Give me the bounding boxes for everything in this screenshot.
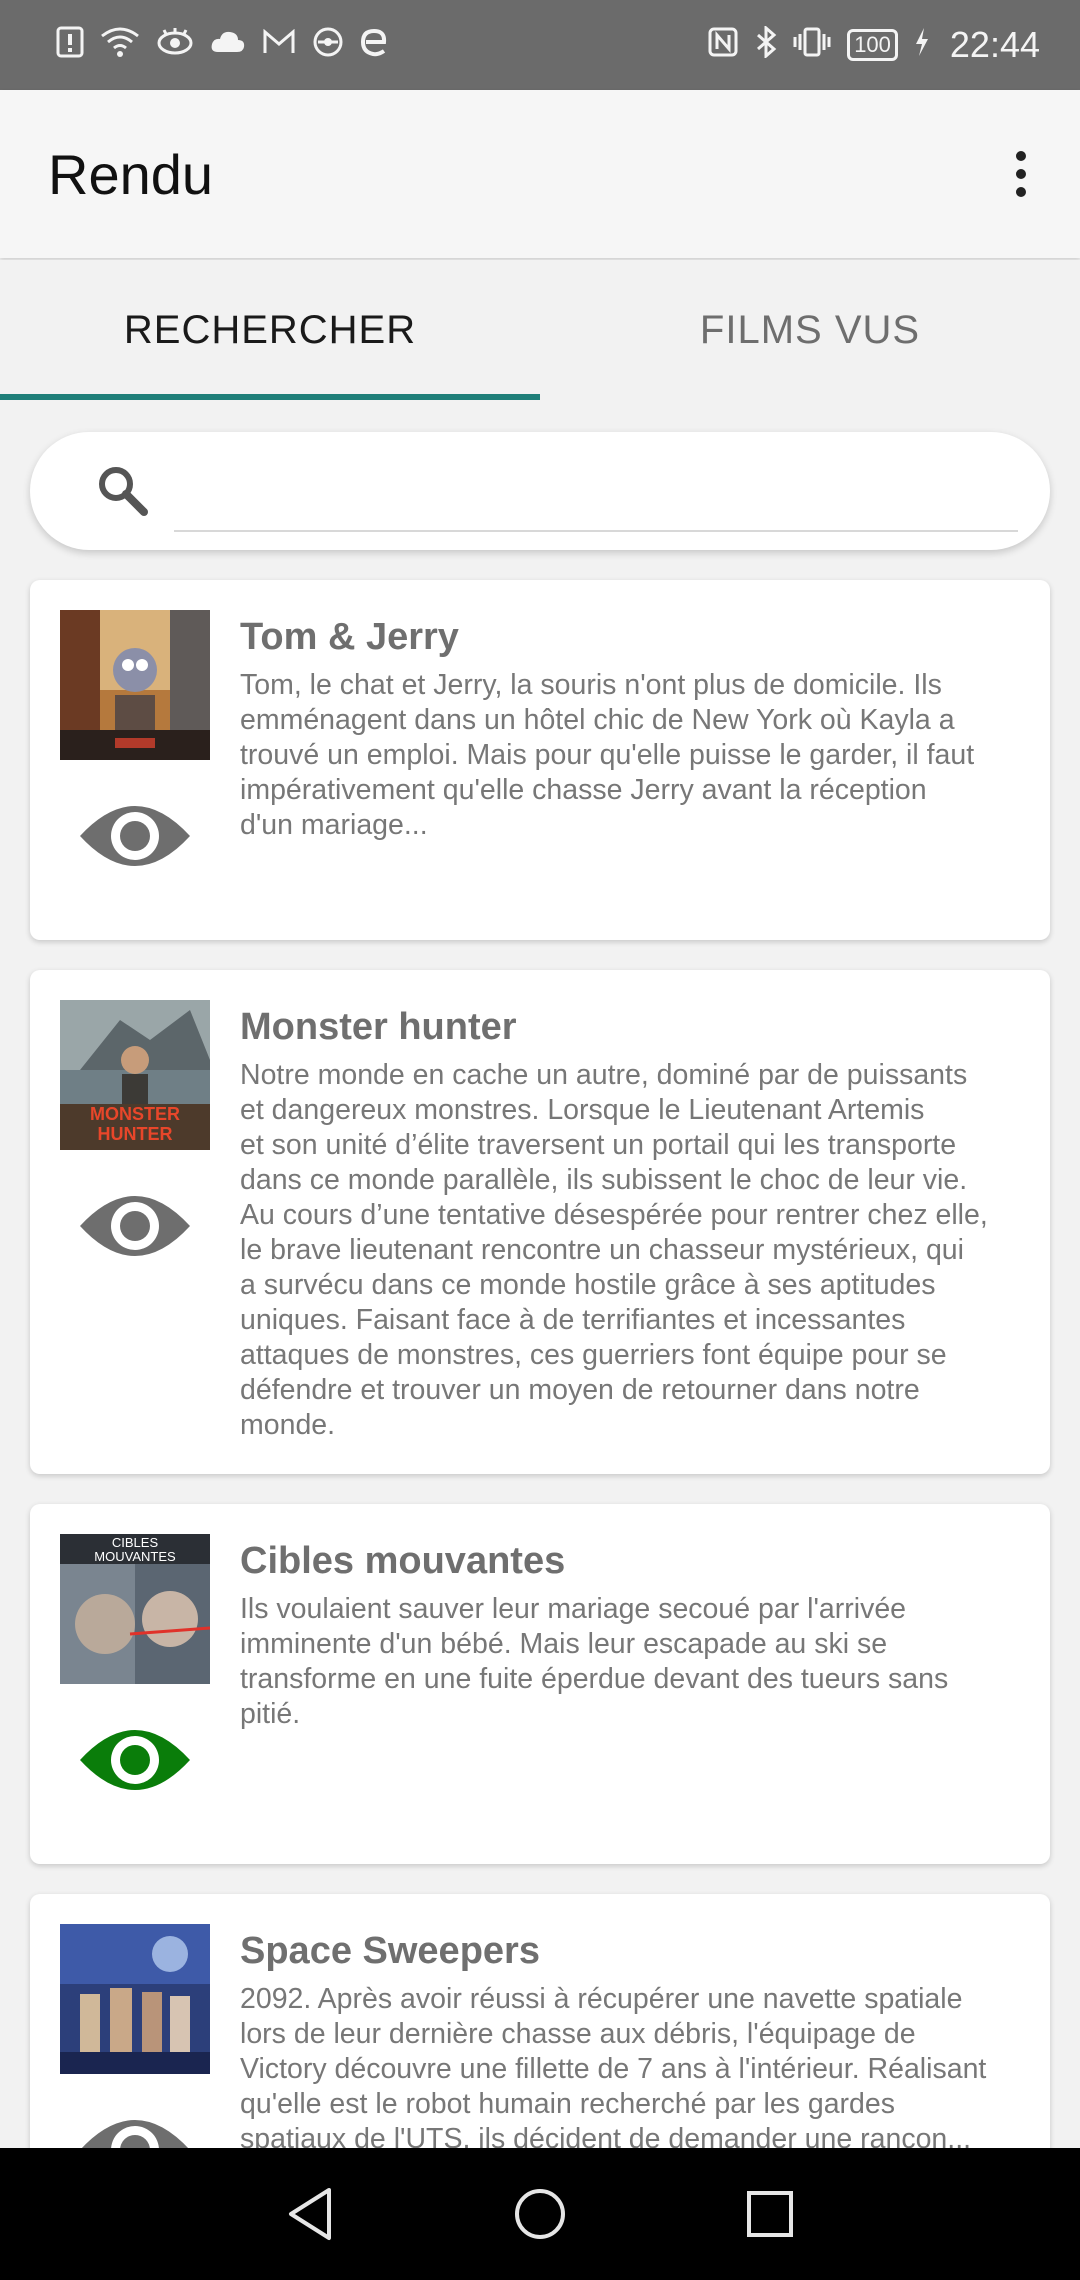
movie-poster <box>60 610 210 760</box>
wifi-icon <box>100 26 140 64</box>
gmail-icon <box>262 28 296 61</box>
movie-title: Space Sweepers <box>240 1930 540 1972</box>
search-input[interactable] <box>174 454 1018 532</box>
bluetooth-icon <box>755 24 777 64</box>
overflow-menu-icon[interactable] <box>1002 141 1040 207</box>
movie-card-tom-jerry[interactable]: Tom & Jerry Tom, le chat et Jerry, la so… <box>30 580 1050 940</box>
search-bar <box>30 432 1050 550</box>
movie-title: Monster hunter <box>240 1006 517 1048</box>
poster-text-line2: MOUVANTES <box>94 1549 176 1564</box>
app-title: Rendu <box>48 142 214 206</box>
search-icon[interactable] <box>94 462 150 518</box>
movie-title: Tom & Jerry <box>240 616 459 658</box>
app-bar: Rendu <box>0 90 1080 258</box>
home-icon <box>515 2189 565 2239</box>
home-button[interactable] <box>425 2164 655 2264</box>
nfc-icon <box>707 26 739 64</box>
back-button[interactable] <box>195 2164 425 2264</box>
system-nav-bar <box>0 2148 1080 2280</box>
vibrate-icon <box>793 26 831 64</box>
eye-icon[interactable] <box>78 796 192 876</box>
movie-description: Notre monde en cache un autre, dominé pa… <box>240 1059 988 1441</box>
poster-text-line1: CIBLES <box>112 1535 159 1550</box>
status-right-icons: 100 22:44 <box>707 24 1040 66</box>
movie-description: Tom, le chat et Jerry, la souris n'ont p… <box>240 669 975 841</box>
back-icon <box>289 2188 331 2240</box>
battery-icon: 100 <box>847 29 898 61</box>
eye-icon[interactable] <box>78 1720 192 1800</box>
movie-description: 2092. Après avoir réussi à récupérer une… <box>240 1983 987 2155</box>
charging-icon <box>914 27 930 63</box>
status-bar: 100 22:44 <box>0 0 1080 90</box>
tab-films-vus[interactable]: FILMS VUS <box>540 260 1080 400</box>
alert-icon <box>56 26 84 64</box>
status-left-icons <box>56 26 388 64</box>
tab-bar: RECHERCHER FILMS VUS <box>0 260 1080 400</box>
poster-text-line1: MONSTER <box>90 1104 180 1124</box>
cloud-icon <box>210 30 246 60</box>
eye-icon[interactable] <box>78 1186 192 1266</box>
eye-icon <box>156 27 194 63</box>
tab-rechercher[interactable]: RECHERCHER <box>0 260 540 400</box>
recents-icon <box>747 2191 793 2237</box>
movie-poster <box>60 1924 210 2074</box>
recents-button[interactable] <box>655 2164 885 2264</box>
movie-description: Ils voulaient sauver leur mariage secoué… <box>240 1593 949 1730</box>
e-icon <box>360 27 388 63</box>
movie-poster: MONSTER HUNTER <box>60 1000 210 1150</box>
movie-poster: CIBLES MOUVANTES <box>60 1534 210 1684</box>
app-icon <box>312 26 344 64</box>
movie-card-cibles-mouvantes[interactable]: CIBLES MOUVANTES Cibles mouvantes Ils vo… <box>30 1504 1050 1864</box>
movie-card-monster-hunter[interactable]: MONSTER HUNTER Monster hunter Notre mond… <box>30 970 1050 1474</box>
movie-title: Cibles mouvantes <box>240 1540 566 1582</box>
poster-text-line2: HUNTER <box>98 1124 173 1144</box>
status-time: 22:44 <box>949 24 1040 65</box>
